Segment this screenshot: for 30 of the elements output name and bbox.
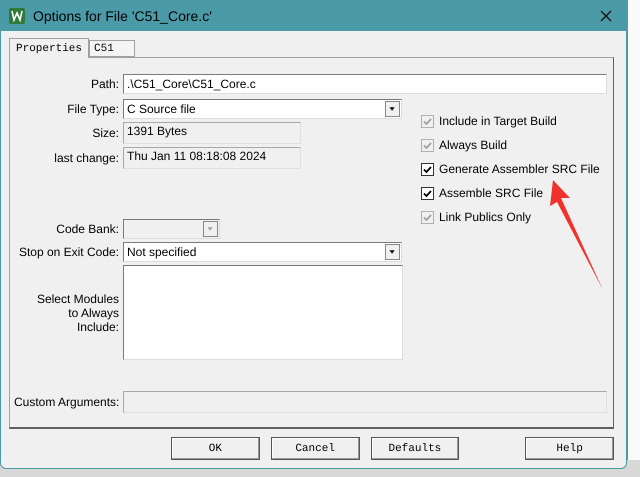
window-title: Options for File 'C51_Core.c' — [33, 8, 213, 24]
dropdown-field[interactable]: Not specified — [123, 242, 402, 262]
field-label: Custom Arguments: — [14, 395, 119, 409]
path-field[interactable]: .\C51_Core\C51_Core.c — [123, 74, 607, 94]
readonly-field: 1391 Bytes — [123, 122, 301, 144]
checkbox-label: Assemble SRC File — [439, 186, 544, 200]
field-label: Size: — [91, 126, 119, 140]
tab[interactable]: Properties — [9, 38, 90, 58]
checkbox[interactable] — [421, 162, 434, 176]
dropdown-field[interactable]: C Source file — [123, 99, 402, 119]
field-label: Path: — [90, 77, 119, 91]
readonly-field: Thu Jan 11 08:18:08 2024 — [123, 147, 301, 169]
tab[interactable]: C51 — [89, 40, 136, 57]
checkbox-label: Always Build — [439, 138, 508, 152]
dialog-button[interactable]: Defaults — [370, 437, 460, 460]
close-icon — [600, 10, 612, 22]
checkbox-label: Generate Assembler SRC File — [439, 162, 600, 176]
dialog-button[interactable]: Help — [525, 437, 614, 460]
dialog-button[interactable]: Cancel — [270, 437, 360, 460]
field-label: Stop on Exit Code: — [18, 245, 119, 259]
checkbox[interactable] — [421, 186, 434, 200]
field-label: Select Modules to Always Include: — [36, 292, 119, 334]
field-label: File Type: — [66, 102, 119, 116]
checkbox-label: Include in Target Build — [439, 114, 557, 128]
custom-arguments-field[interactable] — [123, 391, 607, 413]
field-label: last change: — [53, 151, 119, 165]
checkbox-label: Link Publics Only — [439, 210, 532, 224]
field-label: Code Bank: — [55, 222, 119, 236]
app-icon — [9, 8, 25, 24]
dialog-button[interactable]: OK — [171, 437, 260, 460]
